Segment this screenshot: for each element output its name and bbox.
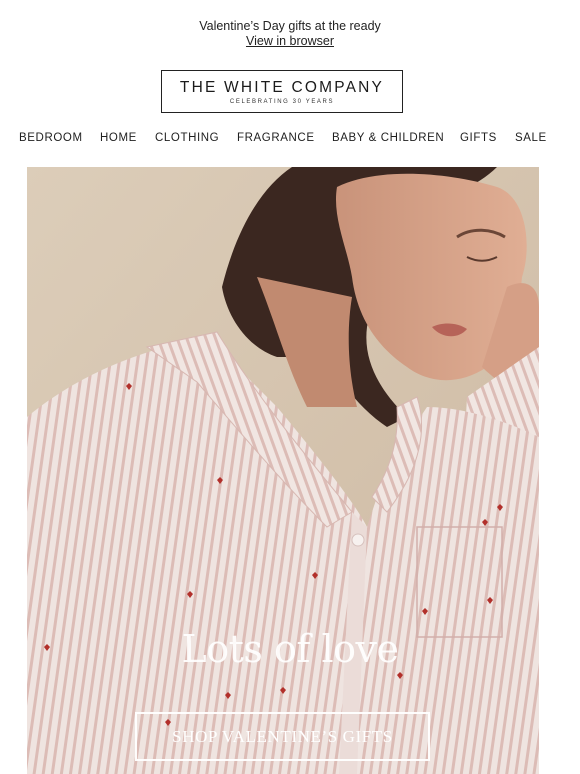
- nav-item-bedroom[interactable]: BEDROOM: [19, 132, 83, 144]
- nav-item-clothing[interactable]: CLOTHING: [155, 132, 219, 144]
- brand-tagline: CELEBRATING 30 YEARS: [229, 99, 335, 105]
- nav-item-baby-children[interactable]: BABY & CHILDREN: [332, 132, 444, 144]
- preheader-message: Valentine’s Day gifts at the ready: [199, 19, 381, 33]
- preheader: Valentine’s Day gifts at the ready View …: [0, 19, 580, 49]
- hero-headline: Lots of love: [181, 627, 399, 671]
- nav-item-sale[interactable]: SALE: [515, 132, 547, 144]
- brand-logo[interactable]: THE WHITE COMPANY CELEBRATING 30 YEARS: [161, 70, 403, 113]
- main-nav: BEDROOM HOME CLOTHING FRAGRANCE BABY & C…: [0, 132, 580, 148]
- brand-name: THE WHITE COMPANY: [179, 79, 385, 96]
- hero-image: [27, 167, 539, 774]
- nav-item-fragrance[interactable]: FRAGRANCE: [237, 132, 315, 144]
- shop-valentines-gifts-button[interactable]: SHOP VALENTINE’S GIFTS: [135, 712, 430, 761]
- view-in-browser-link[interactable]: View in browser: [246, 34, 334, 48]
- hero-banner[interactable]: [27, 167, 539, 774]
- nav-item-gifts[interactable]: GIFTS: [460, 132, 497, 144]
- nav-item-home[interactable]: HOME: [100, 132, 137, 144]
